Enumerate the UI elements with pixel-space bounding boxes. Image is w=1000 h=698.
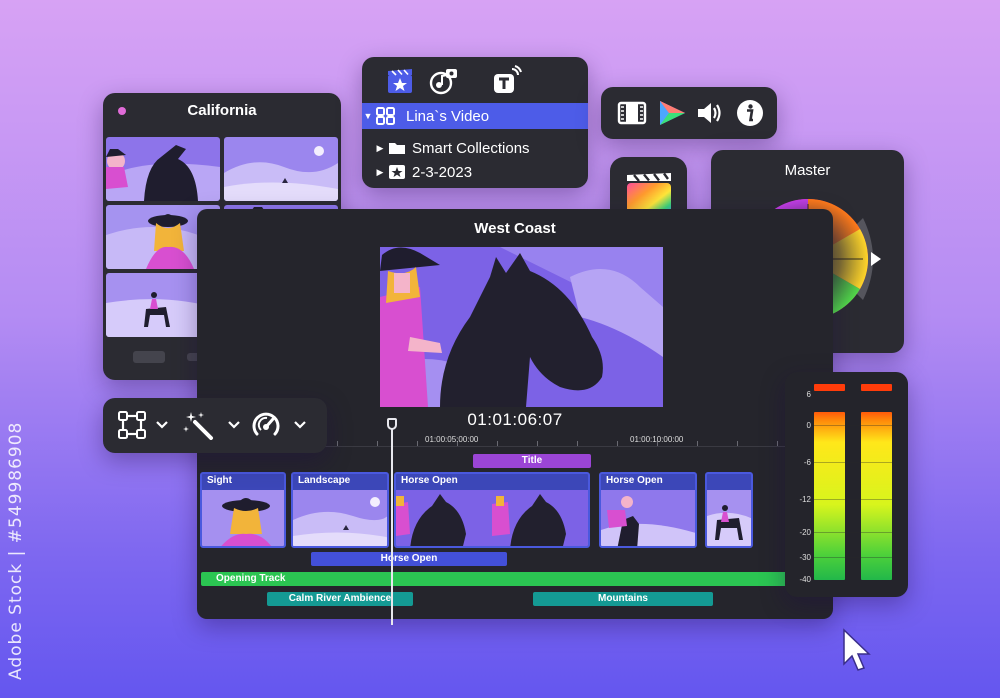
level-meter-left [814, 412, 845, 580]
zoom-toggle[interactable] [133, 351, 165, 363]
master-title: Master [784, 162, 831, 179]
california-title: California [187, 102, 257, 119]
video-viewer[interactable] [380, 247, 663, 407]
clip-rider[interactable] [705, 472, 753, 548]
clip-thumbnail [202, 490, 284, 546]
library-row-linas-video[interactable]: ▼ Lina`s Video [362, 103, 588, 129]
library-name: Lina`s Video [406, 107, 490, 125]
clip-label: Horse Open [606, 475, 663, 486]
peak-indicator-left[interactable] [814, 384, 845, 391]
library-panel: ▼ Lina`s Video ▶ Smart Collections ▶ 2-3… [362, 57, 588, 188]
titles-icon[interactable] [490, 65, 522, 97]
clip-label: Landscape [298, 475, 351, 486]
audio-mountains[interactable]: Mountains [533, 592, 713, 606]
chevron-down-icon[interactable] [155, 418, 169, 436]
clip-thumbnail [707, 490, 751, 546]
speaker-icon[interactable] [695, 98, 725, 128]
audio-meters-panel: 6 0 -6 -12 -20 -30 -40 [785, 372, 908, 597]
playhead-handle[interactable] [387, 418, 397, 430]
color-triangle-icon[interactable] [657, 98, 687, 128]
viewer-tools-toolbar [103, 398, 327, 453]
clip-thumbnail [601, 490, 695, 546]
meter-scale-label: 6 [806, 390, 811, 399]
disclosure-open-icon[interactable]: ▼ [362, 111, 374, 121]
project-title: West Coast [474, 220, 556, 237]
clip-landscape[interactable]: Landscape [291, 472, 389, 548]
playhead[interactable] [391, 420, 393, 625]
thumbnail-cowgirl-horse[interactable] [106, 137, 220, 201]
magic-wand-icon[interactable] [183, 410, 215, 445]
disclosure-closed-icon[interactable]: ▶ [374, 167, 386, 178]
star-event-icon [389, 165, 405, 179]
library-grid-icon [376, 107, 395, 125]
mouse-pointer-icon [843, 628, 871, 671]
chevron-down-icon[interactable] [227, 418, 241, 436]
info-icon[interactable] [735, 98, 765, 128]
meter-scale-label: -20 [799, 528, 811, 537]
level-meter-right [861, 412, 892, 580]
meter-scale-label: -12 [799, 495, 811, 504]
music-photo-icon[interactable] [428, 65, 460, 97]
clip-label: Horse Open [401, 475, 458, 486]
audio-opening-track[interactable]: Opening Track [201, 572, 787, 586]
ruler-label: 01:00:10:00:00 [630, 435, 684, 444]
thumbnail-landscape[interactable] [224, 137, 338, 201]
clip-thumbnail [396, 490, 588, 546]
library-tabs [362, 65, 588, 97]
transform-icon[interactable] [117, 410, 147, 445]
clip-thumbnail [293, 490, 387, 546]
smart-collections-label: Smart Collections [412, 139, 530, 157]
meter-scale-label: 0 [806, 421, 811, 430]
clip-horse-open-2[interactable]: Horse Open [599, 472, 697, 548]
folder-icon [389, 143, 405, 154]
clip-horse-open-1[interactable]: Horse Open [394, 472, 590, 548]
clapper-star-icon[interactable] [384, 65, 416, 97]
meter-scale-label: -6 [803, 458, 811, 467]
clip-label: Sight [207, 475, 232, 486]
meter-scale-label: -30 [799, 553, 811, 562]
event-date-label: 2-3-2023 [412, 163, 473, 181]
library-row-smart-collections[interactable]: ▶ Smart Collections [362, 135, 588, 161]
watermark-side: Adobe Stock | #549986908 [6, 421, 26, 680]
meter-scale-label: -40 [799, 575, 811, 584]
disclosure-closed-icon[interactable]: ▶ [374, 143, 386, 154]
library-row-event-date[interactable]: ▶ 2-3-2023 [362, 159, 588, 185]
peak-indicator-right[interactable] [861, 384, 892, 391]
film-icon[interactable] [617, 98, 647, 128]
ruler-label: 01:00:05:00:00 [425, 435, 479, 444]
title-clip[interactable]: Title [473, 454, 591, 468]
clip-sight[interactable]: Sight [200, 472, 286, 548]
connected-clip-horse-open[interactable]: Horse Open [311, 552, 507, 566]
inspector-toolbar [601, 87, 777, 139]
speedometer-icon[interactable] [251, 410, 281, 445]
chevron-down-icon[interactable] [293, 418, 307, 436]
